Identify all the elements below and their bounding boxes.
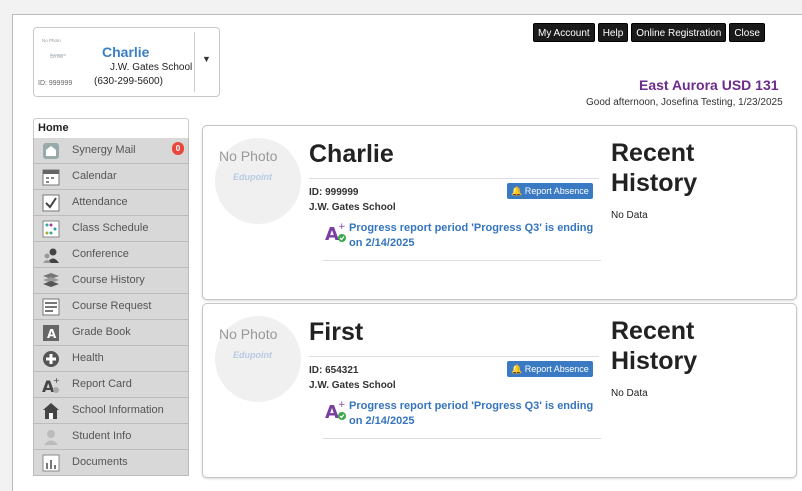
sidebar-item-course-request[interactable]: Course Request [33, 294, 189, 320]
sidebar-item-label: Class Schedule [72, 222, 149, 234]
report-absence-button[interactable]: 🔔 Report Absence [507, 361, 593, 377]
student-card: No Photo Edupoint Charlie ID: 999999 J.W… [202, 125, 797, 300]
greeting-text: Good afternoon, Josefina Testing, 1/23/2… [586, 97, 783, 108]
recent-history-value: No Data [611, 210, 648, 221]
sidebar-item-label: Synergy Mail [72, 144, 136, 156]
progress-report-notice-link[interactable]: Progress report period 'Progress Q3' is … [349, 399, 597, 429]
recent-history-title: Recent History [611, 317, 698, 375]
report-card-notice-icon: A + [325, 400, 346, 421]
sidebar-nav: Home Synergy Mail 0 Calendar Attendance … [33, 118, 189, 476]
sidebar-item-student-info[interactable]: Student Info [33, 424, 189, 450]
sidebar-item-label: Student Info [72, 430, 132, 442]
top-toolbar: My Account Help Online Registration Clos… [533, 23, 765, 42]
sidebar-item-label: Calendar [72, 170, 117, 182]
course-request-icon [42, 298, 60, 316]
sidebar-item-course-history[interactable]: Course History [33, 268, 189, 294]
people-icon [43, 248, 59, 263]
books-icon [43, 273, 59, 287]
sidebar-item-calendar[interactable]: Calendar [33, 164, 189, 190]
svg-text:A: A [47, 327, 57, 341]
svg-text:A: A [325, 402, 339, 421]
svg-text:+: + [338, 400, 346, 410]
sidebar-item-synergy-mail[interactable]: Synergy Mail 0 [33, 138, 189, 164]
report-card-icon: A+ [42, 376, 60, 394]
student-card: No Photo Edupoint First ID: 654321 J.W. … [202, 303, 797, 478]
documents-icon [42, 454, 60, 472]
district-name: East Aurora USD 131 [639, 77, 779, 93]
report-absence-label: Report Absence [524, 186, 589, 196]
report-absence-button[interactable]: 🔔 Report Absence [507, 183, 593, 199]
svg-text:+: + [338, 222, 346, 232]
recent-history-value: No Data [611, 388, 648, 399]
divider [309, 178, 599, 179]
student-school: J.W. Gates School [309, 202, 396, 213]
sidebar-item-label: Course Request [72, 300, 152, 312]
sidebar-item-attendance[interactable]: Attendance [33, 190, 189, 216]
divider [309, 356, 599, 357]
edupoint-logo: Edupoint [50, 52, 66, 57]
student-school: J.W. Gates School [309, 380, 396, 391]
report-card-notice-icon: A + [325, 222, 346, 243]
student-photo-placeholder: No Photo Edupoint [215, 138, 301, 224]
portal-page: No Photo Edupoint On file ID: 999999 Cha… [12, 14, 802, 491]
sidebar-item-grade-book[interactable]: A Grade Book [33, 320, 189, 346]
student-name: First [309, 318, 364, 346]
sidebar-item-label: Health [72, 352, 104, 364]
photo-label: No Photo [219, 326, 278, 342]
picker-phone: (630-299-5600) [94, 76, 163, 87]
calendar-icon [42, 169, 60, 186]
student-icon [44, 430, 58, 445]
chevron-down-icon[interactable]: ▼ [202, 54, 211, 64]
sidebar-item-label: Report Card [72, 378, 132, 390]
mail-icon [43, 143, 59, 159]
sidebar-item-home[interactable]: Home [33, 118, 189, 138]
sidebar-item-health[interactable]: Health [33, 346, 189, 372]
sidebar-item-school-information[interactable]: School Information [33, 398, 189, 424]
student-name: Charlie [309, 140, 394, 168]
svg-text:+: + [53, 376, 60, 385]
student-id: ID: 999999 [309, 187, 359, 198]
sidebar-item-label: Attendance [72, 196, 128, 208]
sidebar-item-documents[interactable]: Documents [33, 450, 189, 476]
sidebar-item-label: School Information [72, 404, 164, 416]
my-account-button[interactable]: My Account [533, 23, 595, 42]
edupoint-logo: Edupoint [233, 350, 272, 360]
sidebar-item-class-schedule[interactable]: Class Schedule [33, 216, 189, 242]
sidebar-item-label: Conference [72, 248, 129, 260]
bell-icon: 🔔 [511, 364, 523, 374]
checkbox-icon [42, 194, 60, 212]
student-photo-placeholder: No Photo Edupoint On file [42, 38, 78, 78]
gradebook-icon: A [43, 325, 59, 341]
progress-report-notice-link[interactable]: Progress report period 'Progress Q3' is … [349, 221, 597, 251]
help-button[interactable]: Help [597, 23, 629, 42]
student-id: ID: 654321 [309, 365, 359, 376]
photo-label: No Photo [42, 38, 61, 43]
student-photo-placeholder: No Photo Edupoint [215, 316, 301, 402]
sidebar-item-conference[interactable]: Conference [33, 242, 189, 268]
health-icon [43, 351, 59, 367]
divider [323, 260, 601, 261]
student-picker[interactable]: No Photo Edupoint On file ID: 999999 Cha… [33, 27, 220, 97]
close-button[interactable]: Close [729, 23, 765, 42]
picker-divider [194, 32, 195, 92]
picker-student-id: ID: 999999 [38, 80, 73, 87]
schedule-icon [42, 220, 60, 238]
report-absence-label: Report Absence [524, 364, 589, 374]
edupoint-logo: Edupoint [233, 172, 272, 182]
svg-text:A: A [325, 224, 339, 243]
sidebar-item-label: Documents [72, 456, 128, 468]
school-icon [43, 403, 59, 419]
online-registration-button[interactable]: Online Registration [631, 23, 727, 42]
unread-badge: 0 [172, 142, 184, 155]
sidebar-item-label: Grade Book [72, 326, 131, 338]
picker-student-name: Charlie [102, 44, 150, 60]
divider [323, 438, 601, 439]
sidebar-item-label: Course History [72, 274, 145, 286]
bell-icon: 🔔 [511, 186, 523, 196]
sidebar-item-report-card[interactable]: A + Report Card [33, 372, 189, 398]
recent-history-title: Recent History [611, 139, 698, 197]
picker-school: J.W. Gates School [110, 62, 193, 73]
photo-label: No Photo [219, 148, 278, 164]
